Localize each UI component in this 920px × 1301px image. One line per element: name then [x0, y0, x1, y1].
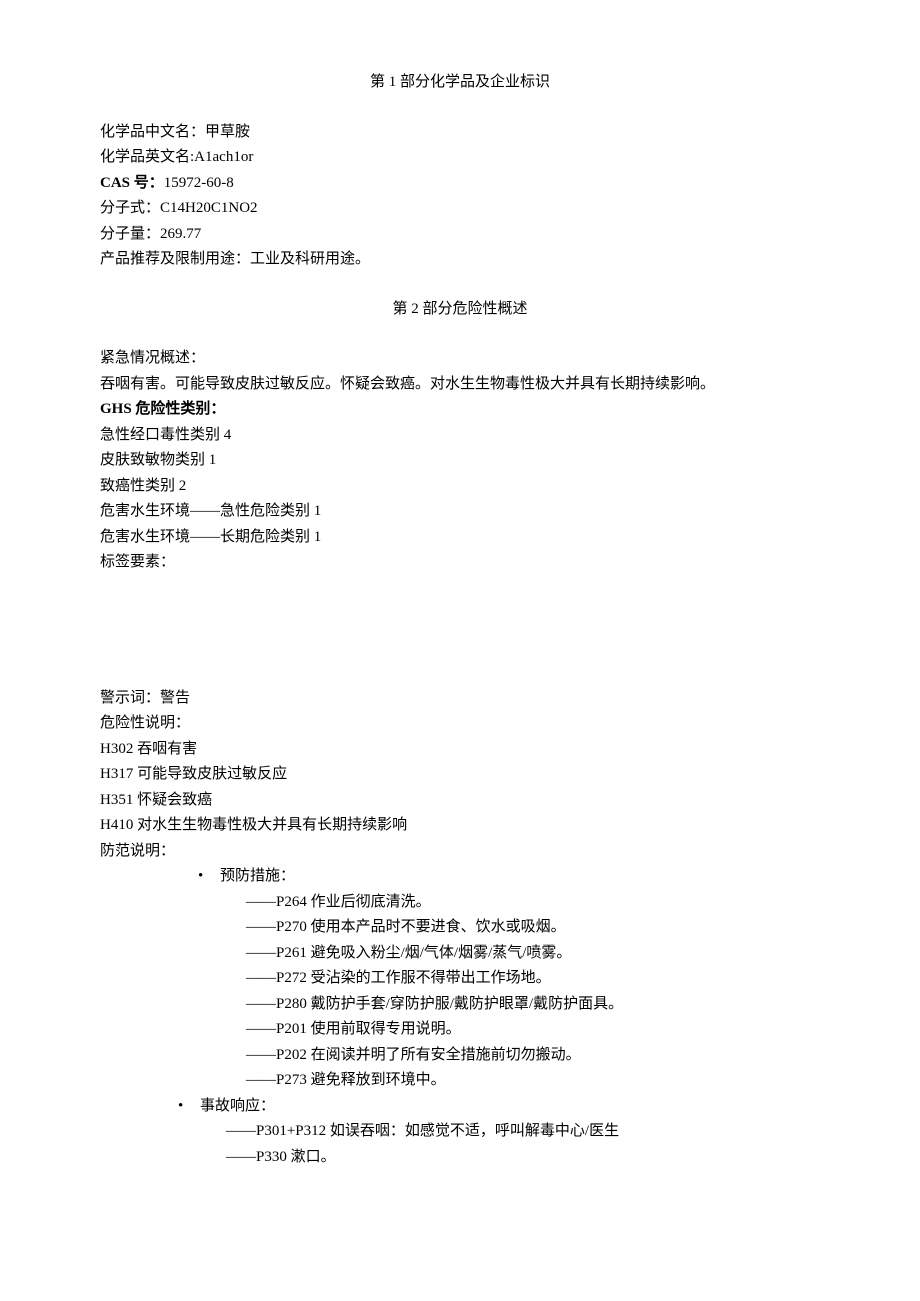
cas-line: CAS 号：15972-60-8 — [100, 171, 820, 197]
use-value: 工业及科研用途。 — [250, 251, 370, 267]
ghs-item: 危害水生环境——长期危险类别 1 — [100, 525, 820, 551]
prevention-item: ——P201 使用前取得专用说明。 — [100, 1017, 820, 1043]
name-en-line: 化学品英文名:A1ach1or — [100, 145, 820, 171]
formula-value: C14H20C1NO2 — [160, 200, 258, 216]
prevention-item: ——P264 作业后彻底清洗。 — [100, 890, 820, 916]
section1-title: 第 1 部分化学品及企业标识 — [100, 70, 820, 96]
emergency-label: 紧急情况概述： — [100, 346, 820, 372]
prevention-header: 预防措施： — [100, 864, 820, 890]
name-en-value: A1ach1or — [194, 149, 253, 165]
name-cn-line: 化学品中文名：甲草胺 — [100, 120, 820, 146]
prevention-item: ——P202 在阅读并明了所有安全措施前切勿搬动。 — [100, 1043, 820, 1069]
prevention-item: ——P261 避免吸入粉尘/烟/气体/烟雾/蒸气/喷雾。 — [100, 941, 820, 967]
signal-label: 警示词： — [100, 690, 160, 706]
ghs-label: GHS 危险性类别： — [100, 397, 820, 423]
ghs-item: 危害水生环境——急性危险类别 1 — [100, 499, 820, 525]
page: 第 1 部分化学品及企业标识 化学品中文名：甲草胺 化学品英文名:A1ach1o… — [0, 0, 920, 1301]
hazard-item: H317 可能导致皮肤过敏反应 — [100, 762, 820, 788]
formula-line: 分子式：C14H20C1NO2 — [100, 196, 820, 222]
label-elements: 标签要素： — [100, 550, 820, 576]
response-item: ——P330 漱口。 — [100, 1145, 820, 1171]
precaution-label: 防范说明： — [100, 839, 820, 865]
signal-value: 警告 — [160, 690, 190, 706]
prevention-item: ——P273 避免释放到环境中。 — [100, 1068, 820, 1094]
prevention-item: ——P272 受沾染的工作服不得带出工作场地。 — [100, 966, 820, 992]
ghs-item: 皮肤致敏物类别 1 — [100, 448, 820, 474]
hazard-item: H302 吞咽有害 — [100, 737, 820, 763]
prevention-item: ——P280 戴防护手套/穿防护服/戴防护眼罩/戴防护面具。 — [100, 992, 820, 1018]
prevention-item: ——P270 使用本产品时不要进食、饮水或吸烟。 — [100, 915, 820, 941]
name-cn-value: 甲草胺 — [205, 124, 250, 140]
hazard-item: H410 对水生生物毒性极大并具有长期持续影响 — [100, 813, 820, 839]
hazard-label: 危险性说明： — [100, 711, 820, 737]
name-cn-label: 化学品中文名： — [100, 124, 205, 140]
hazard-item: H351 怀疑会致癌 — [100, 788, 820, 814]
response-item: ——P301+P312 如误吞咽：如感觉不适，呼叫解毒中心/医生 — [100, 1119, 820, 1145]
mw-label: 分子量： — [100, 226, 160, 242]
emergency-text: 吞咽有害。可能导致皮肤过敏反应。怀疑会致癌。对水生生物毒性极大并具有长期持续影响… — [100, 372, 820, 398]
use-line: 产品推荐及限制用途：工业及科研用途。 — [100, 247, 820, 273]
cas-label: CAS 号： — [100, 175, 164, 191]
response-header: 事故响应： — [100, 1094, 820, 1120]
ghs-item: 急性经口毒性类别 4 — [100, 423, 820, 449]
name-en-label: 化学品英文名: — [100, 149, 194, 165]
cas-value: 15972-60-8 — [164, 175, 234, 191]
precaution-list: 预防措施： ——P264 作业后彻底清洗。 ——P270 使用本产品时不要进食、… — [100, 864, 820, 1170]
formula-label: 分子式： — [100, 200, 160, 216]
pictogram-placeholder — [100, 576, 820, 686]
signal-line: 警示词：警告 — [100, 686, 820, 712]
use-label: 产品推荐及限制用途： — [100, 251, 250, 267]
mw-line: 分子量：269.77 — [100, 222, 820, 248]
mw-value: 269.77 — [160, 226, 201, 242]
section2-title: 第 2 部分危险性概述 — [100, 297, 820, 323]
ghs-item: 致癌性类别 2 — [100, 474, 820, 500]
